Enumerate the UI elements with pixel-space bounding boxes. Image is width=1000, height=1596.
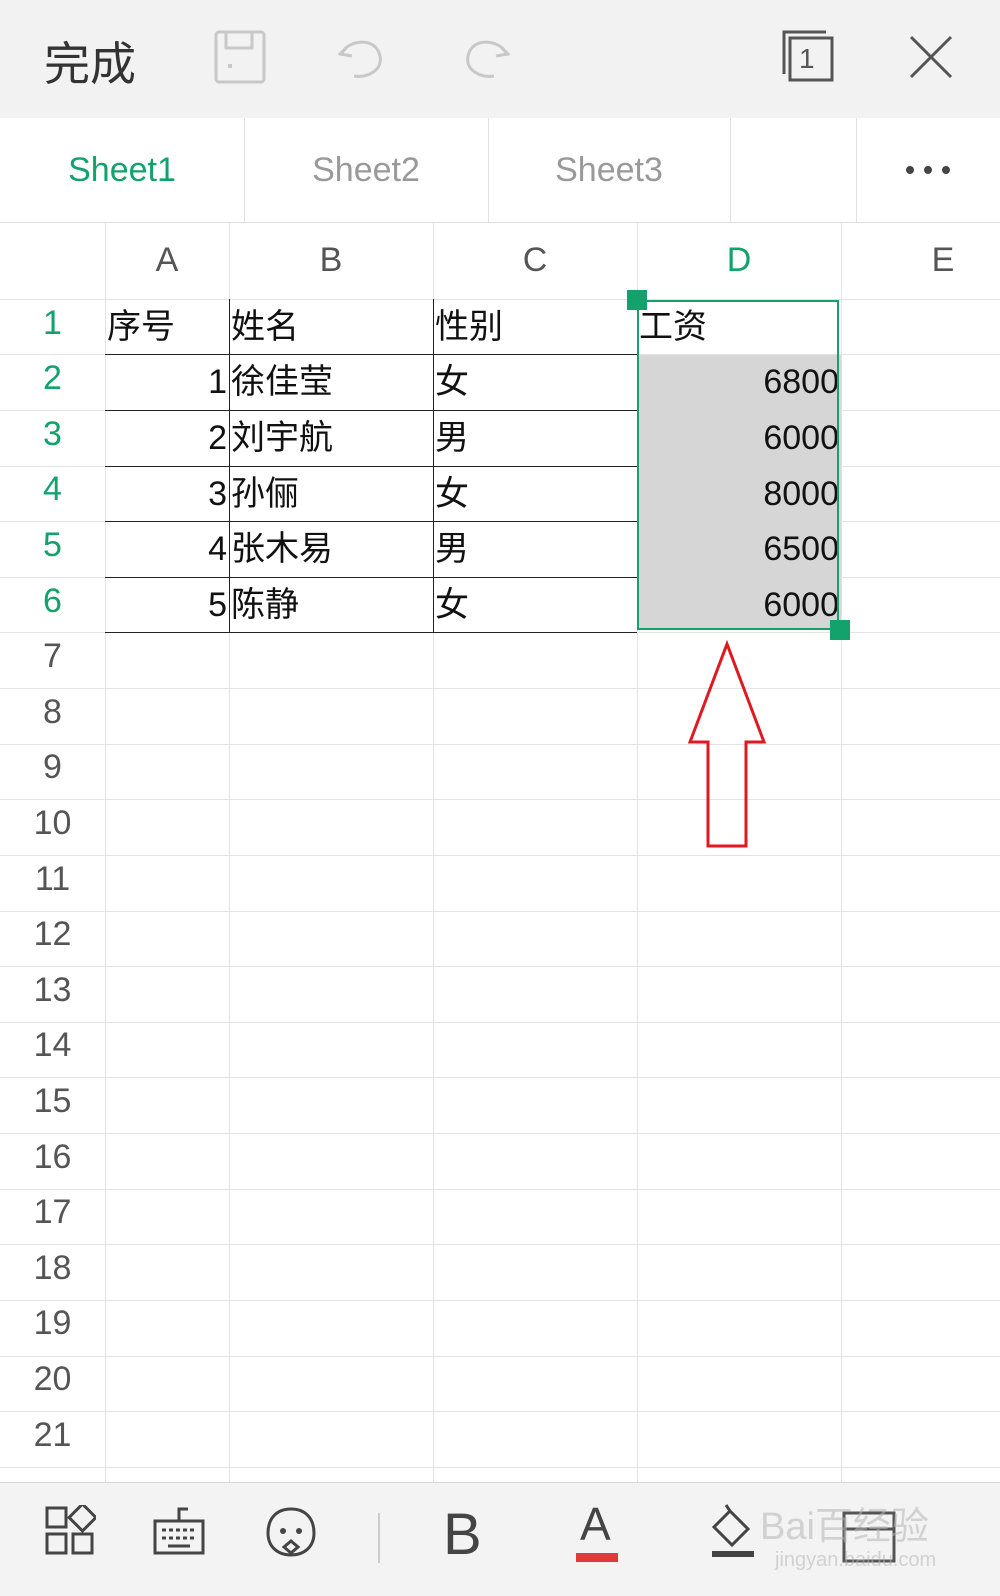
save-icon[interactable] [214,30,266,84]
cell-a1[interactable]: 序号 [107,299,227,354]
grid-line [0,1077,1000,1078]
table-border [229,299,230,632]
row-header[interactable]: 17 [0,1193,105,1232]
cell-c6[interactable]: 女 [435,577,635,632]
top-bar: 完成 1 [0,0,1000,119]
grid-line [0,799,1000,800]
cell-a3[interactable]: 2 [107,410,227,465]
apps-grid-icon[interactable] [44,1505,96,1557]
toolbar-divider [378,1513,380,1563]
cell-a2[interactable]: 1 [107,354,227,409]
row-header[interactable]: 5 [0,526,105,565]
row-header[interactable]: 8 [0,693,105,732]
grid-line [0,1189,1000,1190]
tab-empty [730,118,857,222]
tab-sheet3[interactable]: Sheet3 [488,118,731,222]
grid-line [0,1022,1000,1023]
grid-line [0,1411,1000,1412]
watermark-logo: Bai百经验 [760,1506,929,1548]
row-header[interactable]: 12 [0,915,105,954]
keyboard-icon[interactable] [152,1505,206,1557]
selection-range[interactable] [637,300,839,630]
fill-color-icon[interactable] [708,1501,758,1559]
cell-c3[interactable]: 男 [435,410,635,465]
column-header-d[interactable]: D [637,222,841,298]
row-header[interactable]: 20 [0,1360,105,1399]
table-border [433,299,434,632]
column-header-e[interactable]: E [841,222,1000,298]
row-header[interactable]: 16 [0,1138,105,1177]
bold-button[interactable]: B [443,1501,482,1568]
row-header[interactable]: 9 [0,748,105,787]
grid-line [0,1300,1000,1301]
cell-c5[interactable]: 男 [435,521,635,576]
tab-sheet2[interactable]: Sheet2 [244,118,489,222]
cell-c4[interactable]: 女 [435,466,635,521]
selection-start-handle[interactable] [627,290,647,310]
font-color-indicator [576,1553,618,1562]
grid-line [0,1467,1000,1468]
assistant-face-icon[interactable] [264,1505,318,1559]
sheet-tabs: Sheet1 Sheet2 Sheet3 [0,118,1000,223]
cell-a6[interactable]: 5 [107,577,227,632]
window-count: 1 [799,43,815,74]
grid-line [0,1356,1000,1357]
row-header[interactable]: 11 [0,860,105,899]
row-header[interactable]: 7 [0,637,105,676]
cell-a5[interactable]: 4 [107,521,227,576]
up-arrow-annotation [687,640,767,848]
spreadsheet-grid[interactable]: A B C D E 1 2 3 4 5 6 7 8 9 10 11 12 13 … [0,222,1000,1482]
cell-c1[interactable]: 性别 [435,299,635,354]
row-header[interactable]: 14 [0,1026,105,1065]
grid-line [0,1244,1000,1245]
cell-b6[interactable]: 陈静 [231,577,431,632]
watermark-url: jingyan.baidu.com [775,1549,937,1571]
window-switch-button[interactable]: 1 [780,28,836,84]
column-header-a[interactable]: A [105,222,229,298]
table-border [105,632,637,633]
font-color-label: A [580,1498,611,1550]
tab-sheet1[interactable]: Sheet1 [0,118,245,222]
row-header[interactable]: 4 [0,470,105,509]
row-header[interactable]: 18 [0,1249,105,1288]
grid-line [0,688,1000,689]
cell-c2[interactable]: 女 [435,354,635,409]
cell-b4[interactable]: 孙俪 [231,466,431,521]
cell-b5[interactable]: 张木易 [231,521,431,576]
bottom-toolbar: B A Bai百经验 jingyan.baidu.com [0,1482,1000,1596]
cell-b1[interactable]: 姓名 [231,299,431,354]
font-color-button[interactable]: A [576,1497,618,1569]
row-header[interactable]: 1 [0,304,105,343]
grid-line [0,911,1000,912]
grid-line [0,744,1000,745]
row-header[interactable]: 15 [0,1082,105,1121]
row-header[interactable]: 21 [0,1416,105,1455]
row-header[interactable]: 19 [0,1304,105,1343]
grid-line [0,855,1000,856]
selection-end-handle[interactable] [830,620,850,640]
grid-line [105,222,106,1482]
more-icon[interactable] [900,158,960,182]
column-header-b[interactable]: B [229,222,433,298]
done-button[interactable]: 完成 [44,28,136,94]
row-header[interactable]: 10 [0,804,105,843]
close-icon[interactable] [908,34,954,80]
redo-icon[interactable] [460,30,510,82]
grid-line [0,966,1000,967]
cell-b3[interactable]: 刘宇航 [231,410,431,465]
cell-a4[interactable]: 3 [107,466,227,521]
grid-line [841,222,842,1482]
undo-icon[interactable] [338,30,388,82]
grid-line [0,1133,1000,1134]
row-header[interactable]: 13 [0,971,105,1010]
row-header[interactable]: 6 [0,582,105,621]
row-header[interactable]: 3 [0,415,105,454]
column-header-c[interactable]: C [433,222,637,298]
row-header[interactable]: 2 [0,359,105,398]
cell-b2[interactable]: 徐佳莹 [231,354,431,409]
